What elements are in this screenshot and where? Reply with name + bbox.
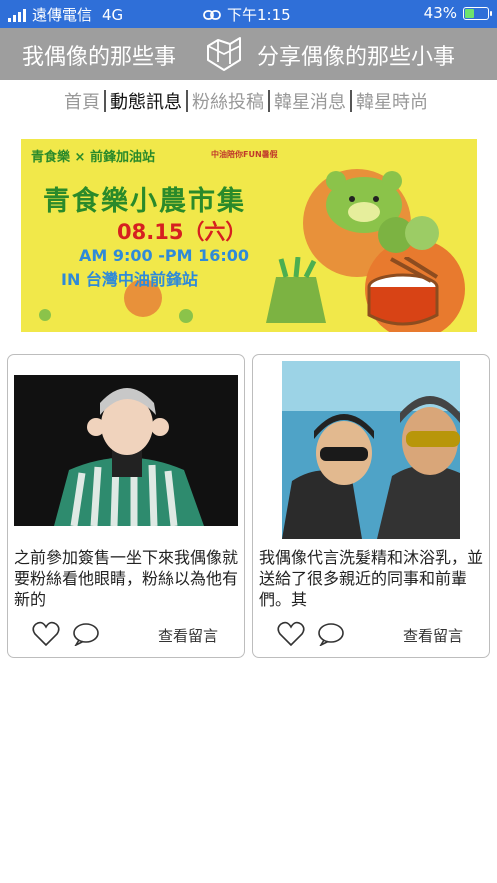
post-photo[interactable] [14,375,238,526]
vegetable-bag-icon [266,257,326,323]
status-left: 遠傳電信 4G [8,4,123,25]
banner-location: IN 台灣中油前鋒站 [61,270,198,289]
banner-time: AM 9:00 -PM 16:00 [79,246,250,265]
header-right-title: 分享偶像的那些小事 [257,45,456,70]
comment-icon[interactable] [72,622,100,646]
tab-divider [268,90,270,112]
tab-divider [186,90,188,112]
drum-icon [367,257,439,326]
network-type: 4G [102,5,124,24]
folded-map-icon[interactable] [203,32,245,74]
tab-fan-submissions[interactable]: 粉絲投稿 [190,88,266,114]
heart-icon[interactable] [277,621,305,647]
status-time: 下午1:15 [227,6,291,24]
banner-decor-circle [179,309,193,323]
app-header: 我偶像的那些事 分享偶像的那些小事 [0,28,497,80]
post-excerpt: 我偶像代言洗髮精和沐浴乳，並送給了很多親近的同事和前輩們。其 [259,548,484,609]
tab-divider [350,90,352,112]
battery-icon [463,6,492,20]
heart-icon[interactable] [32,621,60,647]
signal-icon [8,8,26,22]
post-card[interactable]: 之前參加簽售一坐下來我偶像就要粉絲看他眼睛，粉絲以為他有新的 查看留言 [7,354,245,658]
link-icon [203,9,221,20]
view-comments-link[interactable]: 查看留言 [158,625,218,646]
post-actions: 查看留言 [253,621,489,649]
promo-banner[interactable]: 青食樂 × 前鋒加油站 中油陪你FUN暑假 青食樂小農市集 08.15（六） A… [21,139,477,332]
post-card[interactable]: 我偶像代言洗髮精和沐浴乳，並送給了很多親近的同事和前輩們。其 查看留言 [252,354,490,658]
banner-decor-circle [39,309,51,321]
post-actions: 查看留言 [8,621,244,649]
category-nav: 首頁 動態訊息 粉絲投稿 韓星消息 韓星時尚 [62,88,430,114]
view-comments-link[interactable]: 查看留言 [403,625,463,646]
banner-title: 青食樂小農市集 [43,186,246,217]
tab-home[interactable]: 首頁 [62,88,102,114]
post-photo-image [282,361,460,539]
status-right: 43% [423,4,492,22]
tab-news-feed[interactable]: 動態訊息 [108,88,184,114]
green-apples-icon [378,216,439,253]
status-center: 下午1:15 [203,4,291,25]
banner-subtitle: 中油陪你FUN暑假 [211,150,278,159]
carrier-name: 遠傳電信 [32,6,93,24]
battery-percent: 43% [423,4,457,22]
header-left-title: 我偶像的那些事 [22,45,177,70]
tab-divider [104,90,106,112]
banner-brand: 青食樂 × 前鋒加油站 [31,150,155,165]
status-bar: 遠傳電信 4G 下午1:15 43% [0,0,497,28]
post-excerpt: 之前參加簽售一坐下來我偶像就要粉絲看他眼睛，粉絲以為他有新的 [14,548,239,609]
post-photo[interactable] [282,361,460,539]
post-photo-image [14,375,238,526]
tab-korean-star-fashion[interactable]: 韓星時尚 [354,88,430,114]
comment-icon[interactable] [317,622,345,646]
banner-date: 08.15（六） [117,220,247,244]
tab-korean-star-news[interactable]: 韓星消息 [272,88,348,114]
